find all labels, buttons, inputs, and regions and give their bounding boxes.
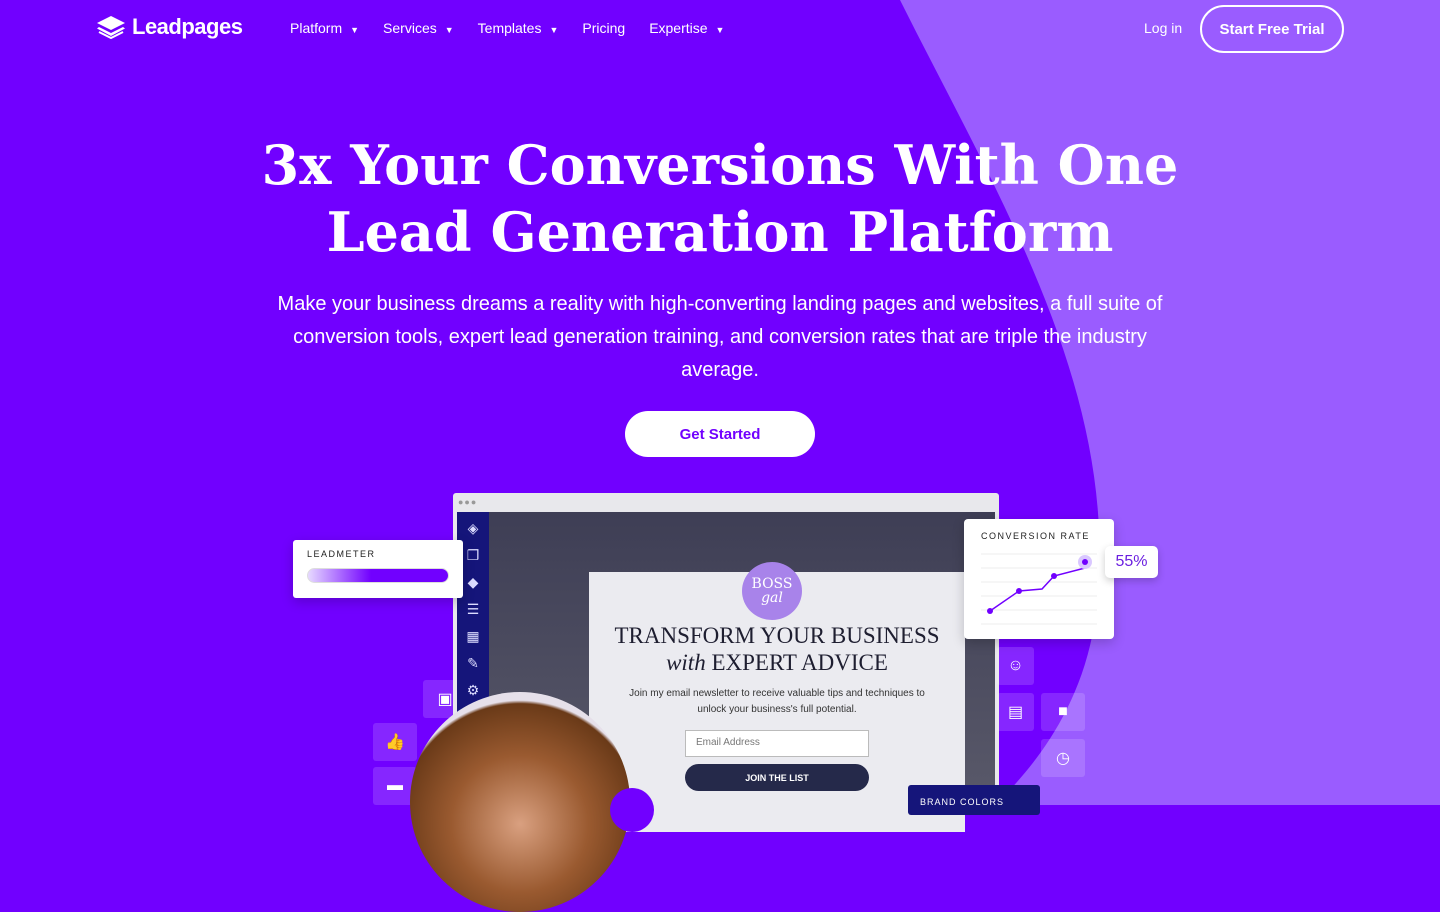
- conversion-rate-card: CONVERSION RATE: [964, 519, 1114, 639]
- login-link[interactable]: Log in: [1144, 20, 1182, 36]
- calendar-icon: ▤: [997, 693, 1034, 731]
- layers-logo-icon: [97, 16, 125, 39]
- caret-down-icon: ▼: [715, 25, 725, 35]
- leadmeter-label: LEADMETER: [307, 549, 376, 559]
- conversion-value-badge: 55%: [1105, 546, 1158, 578]
- nav-label: Platform: [290, 20, 343, 36]
- get-started-button[interactable]: Get Started: [625, 411, 815, 457]
- leadmeter-bar: [307, 568, 449, 583]
- title-line: 3x Your Conversions With One: [261, 133, 1179, 197]
- smiley-icon: ☺: [997, 647, 1034, 685]
- nav-label: Services: [383, 20, 437, 36]
- hero-title: 3x Your Conversions With One Lead Generat…: [0, 132, 1440, 266]
- email-input[interactable]: Email Address: [685, 730, 869, 757]
- logo-line: gal: [761, 590, 783, 606]
- stack-icon: ◆: [467, 574, 479, 590]
- widgets-icon: ▦: [466, 628, 480, 644]
- caret-down-icon: ▼: [350, 25, 360, 35]
- sections-icon: ☰: [466, 601, 480, 617]
- logo[interactable]: Leadpages: [96, 14, 243, 40]
- caret-down-icon: ▼: [444, 25, 454, 35]
- top-nav: Leadpages Platform ▼ Services ▼ Templates ▼…: [0, 0, 1440, 56]
- nav-services[interactable]: Services ▼: [383, 20, 454, 36]
- heading-italic: with: [666, 650, 706, 675]
- hero-subtitle: Make your business dreams a reality with…: [277, 293, 1163, 381]
- title-line: Lead Generation Platform: [326, 200, 1114, 264]
- logo-text: Leadpages: [132, 14, 243, 39]
- card-heading: TRANSFORM YOUR BUSINESS with EXPERT ADVIC…: [589, 622, 965, 676]
- heading-line: EXPERT ADVICE: [711, 650, 888, 675]
- clock-icon: ◷: [1041, 739, 1085, 777]
- boss-gal-logo: BOSS gal: [742, 562, 802, 620]
- brand-colors-panel: BRAND COLORS: [908, 785, 1040, 815]
- gear-icon: ⚙: [466, 682, 480, 698]
- nav-templates[interactable]: Templates ▼: [478, 20, 559, 36]
- brush-icon: ✎: [467, 655, 479, 671]
- window-dots: ●●●: [458, 497, 478, 507]
- caret-down-icon: ▼: [549, 25, 559, 35]
- nav-platform[interactable]: Platform ▼: [290, 20, 359, 36]
- nav-label: Expertise: [649, 20, 708, 36]
- video-icon: ■: [1041, 693, 1085, 731]
- nav-label: Pricing: [582, 20, 626, 36]
- join-list-button[interactable]: JOIN THE LIST: [685, 764, 869, 791]
- leadmeter-card: LEADMETER: [293, 540, 463, 598]
- card-body: Join my email newsletter to receive valu…: [629, 688, 925, 715]
- nav-expertise[interactable]: Expertise ▼: [649, 20, 724, 36]
- thumbs-up-icon: 👍: [373, 723, 417, 761]
- woman-portrait: [410, 692, 630, 912]
- pages-icon: ❐: [466, 547, 480, 563]
- nav-pricing[interactable]: Pricing: [582, 20, 625, 36]
- layers-icon: ◈: [467, 520, 479, 536]
- play-button[interactable]: [610, 788, 654, 832]
- nav-label: Templates: [477, 20, 542, 36]
- heading-line: TRANSFORM YOUR BUSINESS: [614, 623, 940, 648]
- conversion-chart: [981, 553, 1097, 625]
- start-free-trial-button[interactable]: Start Free Trial: [1200, 5, 1344, 53]
